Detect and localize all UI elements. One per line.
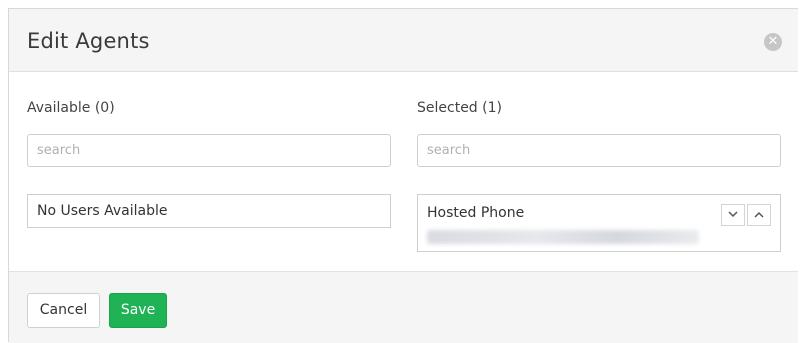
selected-list: Hosted Phone — [417, 194, 781, 252]
cancel-button[interactable]: Cancel — [27, 293, 100, 328]
selected-search-input[interactable] — [417, 134, 781, 167]
agent-email-blurred — [427, 230, 699, 244]
dialog-footer: Cancel Save — [9, 271, 798, 343]
selected-heading: Selected (1) — [417, 100, 502, 116]
save-button[interactable]: Save — [109, 293, 167, 328]
dialog-header: Edit Agents ✕ — [9, 9, 798, 72]
available-list: No Users Available — [27, 194, 391, 228]
dialog-title: Edit Agents — [27, 29, 150, 53]
empty-list-message: No Users Available — [37, 203, 168, 219]
agent-name: Hosted Phone — [427, 205, 525, 221]
chevron-up-icon[interactable] — [747, 204, 771, 226]
available-search-input[interactable] — [27, 134, 391, 167]
available-heading: Available (0) — [27, 100, 115, 116]
edit-agents-dialog: Edit Agents ✕ Available (0) No Users Ava… — [8, 8, 798, 343]
close-icon[interactable]: ✕ — [764, 33, 782, 51]
chevron-down-icon[interactable] — [721, 204, 745, 226]
